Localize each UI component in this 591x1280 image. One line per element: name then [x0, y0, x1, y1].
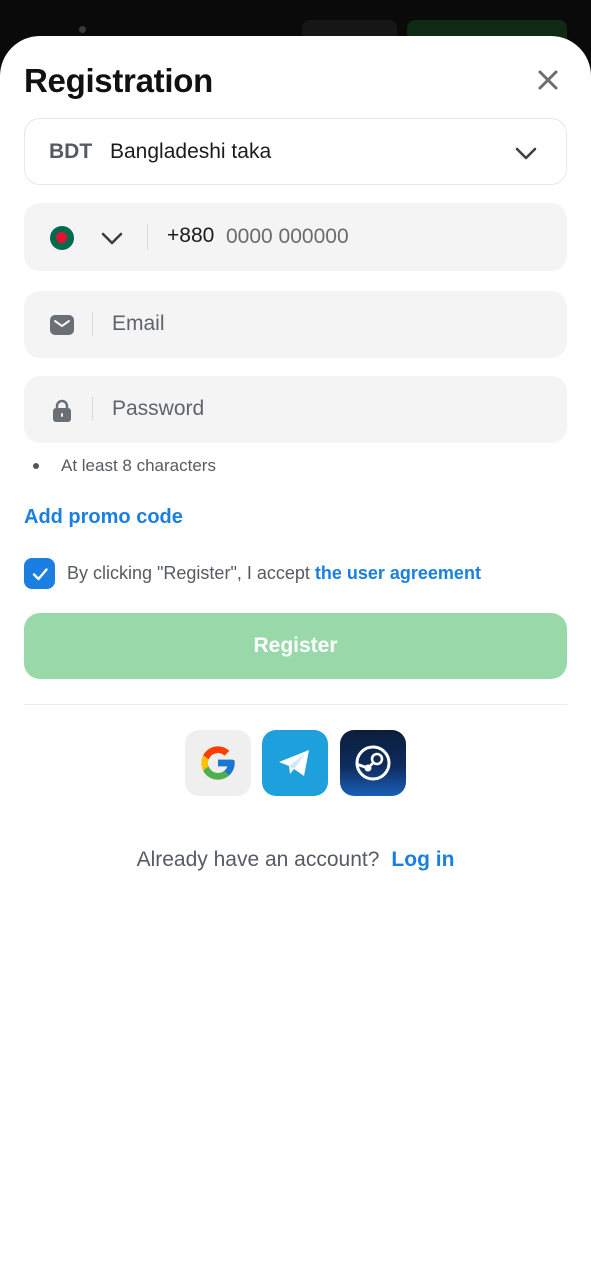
checkmark-icon	[32, 567, 48, 580]
page-title: Registration	[24, 62, 213, 99]
google-login-button[interactable]	[185, 730, 251, 796]
telegram-login-button[interactable]	[262, 730, 328, 796]
agreement-checkbox[interactable]	[24, 558, 55, 589]
phone-prefix: +880	[167, 224, 215, 247]
login-link[interactable]: Log in	[391, 848, 454, 872]
divider	[92, 397, 93, 421]
agreement-row: By clicking "Register", I accept the use…	[24, 558, 481, 589]
registration-sheet: Registration BDT Bangladeshi taka +880 0…	[0, 36, 591, 1280]
bangladesh-flag-icon	[50, 226, 74, 250]
background-dot	[79, 26, 86, 33]
chevron-down-icon	[515, 147, 537, 160]
email-input[interactable]	[112, 308, 532, 340]
email-field	[24, 291, 567, 358]
agreement-text: By clicking "Register", I accept	[67, 563, 310, 583]
close-icon	[538, 70, 558, 90]
steam-login-button[interactable]	[340, 730, 406, 796]
mail-icon	[50, 315, 74, 335]
user-agreement-link[interactable]: the user agreement	[315, 563, 481, 584]
password-hint-text: At least 8 characters	[61, 456, 216, 475]
register-button[interactable]: Register	[24, 613, 567, 679]
phone-field: +880	[24, 203, 567, 271]
divider	[24, 704, 567, 705]
phone-input[interactable]	[226, 221, 526, 253]
currency-select[interactable]: BDT Bangladeshi taka	[24, 118, 567, 185]
password-hint: At least 8 characters	[33, 456, 216, 476]
password-field	[24, 376, 567, 443]
lock-icon	[53, 399, 71, 422]
close-button[interactable]	[532, 64, 564, 96]
google-icon	[201, 746, 235, 780]
login-row: Already have an account? Log in	[0, 848, 591, 872]
currency-name: Bangladeshi taka	[110, 139, 272, 163]
bullet-icon	[33, 463, 39, 469]
steam-icon	[355, 745, 391, 781]
password-input[interactable]	[112, 393, 532, 425]
divider	[92, 312, 93, 336]
login-question: Already have an account?	[136, 848, 380, 871]
divider	[147, 224, 148, 250]
telegram-icon	[279, 750, 309, 776]
add-promo-code-link[interactable]: Add promo code	[24, 506, 183, 529]
currency-code: BDT	[49, 139, 93, 163]
country-chevron-down-icon[interactable]	[100, 227, 124, 249]
